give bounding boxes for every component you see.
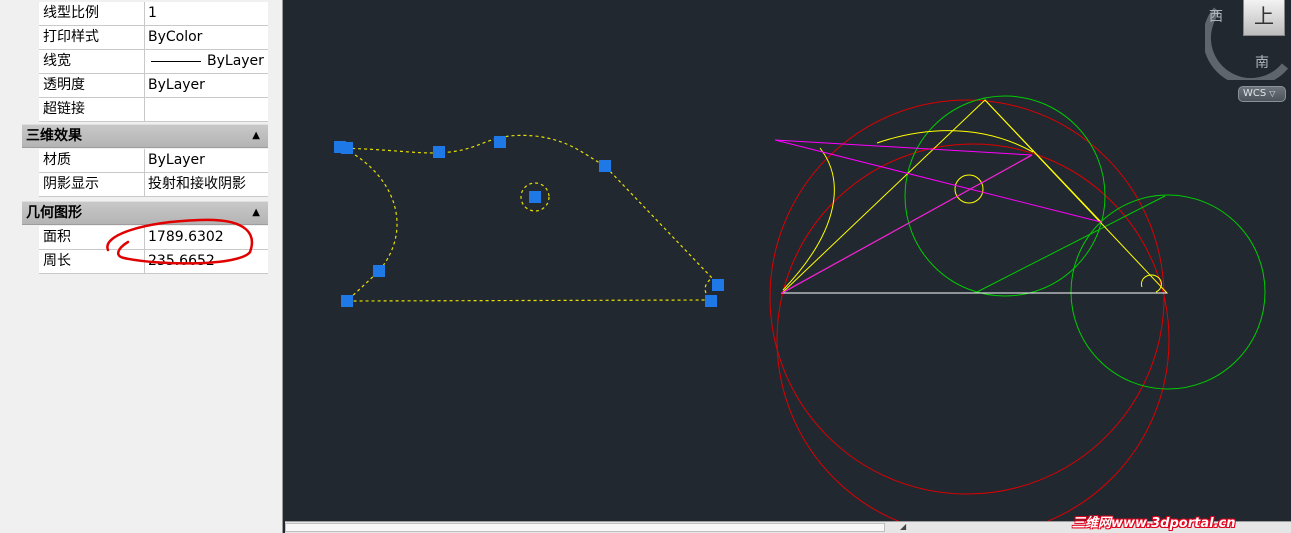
prop-value[interactable] <box>148 98 266 121</box>
prop-name: 线宽 <box>39 50 145 73</box>
palette-title-strip[interactable] <box>0 0 22 533</box>
prop-name: 材质 <box>39 149 145 172</box>
lineweight-sample <box>151 60 201 62</box>
prop-row-area[interactable]: 面积 1789.6302 <box>39 226 268 250</box>
prop-name: 阴影显示 <box>39 173 145 196</box>
prop-value[interactable]: ByLayer <box>148 149 266 172</box>
grip[interactable] <box>712 279 724 291</box>
prop-name: 超链接 <box>39 98 145 121</box>
grip[interactable] <box>433 146 445 158</box>
prop-row-lineweight[interactable]: 线宽 ByLayer <box>39 50 268 74</box>
collapse-up-icon[interactable]: ▲ <box>252 125 260 147</box>
prop-value[interactable]: 投射和接收阴影 <box>148 173 266 196</box>
chevron-down-icon: ▽ <box>1269 89 1276 98</box>
wcs-label: WCS <box>1243 88 1267 99</box>
compass-west[interactable]: 西 <box>1209 6 1223 26</box>
grip[interactable] <box>599 160 611 172</box>
collapse-up-icon[interactable]: ▲ <box>252 202 260 224</box>
wcs-menu-button[interactable]: WCS ▽ <box>1238 86 1286 102</box>
category-label: 几何图形 <box>26 205 82 221</box>
prop-row-hyperlink[interactable]: 超链接 <box>39 98 268 122</box>
prop-row-transparency[interactable]: 透明度 ByLayer <box>39 74 268 98</box>
drawing-canvas[interactable] <box>285 0 1291 521</box>
prop-row-plot-style[interactable]: 打印样式 ByColor <box>39 26 268 50</box>
prop-row-perimeter[interactable]: 周长 235.6652 <box>39 250 268 274</box>
prop-row-material[interactable]: 材质 ByLayer <box>39 149 268 173</box>
prop-row-linetype-scale[interactable]: 线型比例 1 <box>39 2 268 26</box>
properties-palette: 线型比例 1 打印样式 ByColor 线宽 ByLayer 透明度 ByLay… <box>0 0 283 533</box>
cube-top-face[interactable]: 上 <box>1243 0 1285 36</box>
compass-south[interactable]: 南 <box>1255 52 1269 72</box>
category-geometry[interactable]: 几何图形 ▲ <box>22 201 268 225</box>
prop-name: 周长 <box>39 250 145 273</box>
prop-name: 打印样式 <box>39 26 145 49</box>
scrollbar-thumb[interactable] <box>285 523 885 532</box>
prop-name: 线型比例 <box>39 2 145 25</box>
grip[interactable] <box>341 295 353 307</box>
prop-value[interactable]: 235.6652 <box>148 250 266 273</box>
grip[interactable] <box>341 142 353 154</box>
prop-value[interactable]: ByLayer <box>148 74 266 97</box>
grip[interactable] <box>705 295 717 307</box>
prop-value[interactable]: 1 <box>148 2 266 25</box>
viewcube[interactable]: 上 西 南 WCS ▽ <box>1205 0 1291 110</box>
grip[interactable] <box>494 136 506 148</box>
row-gutter <box>22 2 39 26</box>
prop-value[interactable]: 1789.6302 <box>148 226 266 249</box>
category-3d-effects[interactable]: 三维效果 ▲ <box>22 124 268 148</box>
prop-value[interactable]: ByColor <box>148 26 266 49</box>
prop-name: 面积 <box>39 226 145 249</box>
scroll-arrow-icon[interactable]: ◢ <box>900 522 906 532</box>
prop-value[interactable]: ByLayer <box>148 50 266 73</box>
grip[interactable] <box>529 191 541 203</box>
watermark: 三维网www.3dportal.cn <box>1072 516 1236 531</box>
category-label: 三维效果 <box>26 128 82 144</box>
lineweight-text: ByLayer <box>207 53 264 69</box>
prop-name: 透明度 <box>39 74 145 97</box>
prop-row-shadow-display[interactable]: 阴影显示 投射和接收阴影 <box>39 173 268 197</box>
grip[interactable] <box>373 265 385 277</box>
